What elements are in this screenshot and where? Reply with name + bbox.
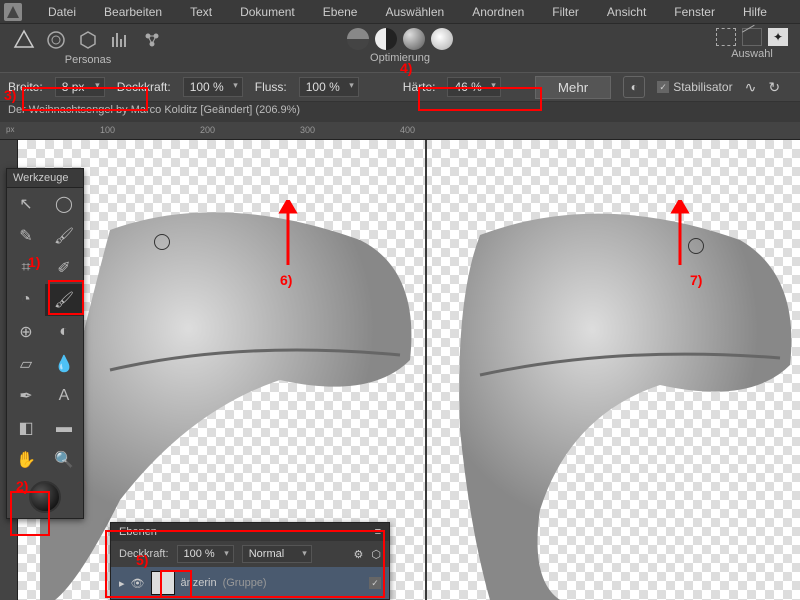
selection-rect-icon[interactable] bbox=[716, 28, 736, 46]
layer-thumbnail bbox=[151, 571, 175, 595]
persona-photo-icon[interactable] bbox=[12, 28, 36, 52]
persona-export-icon[interactable] bbox=[140, 28, 164, 52]
tool-eyedropper[interactable]: ✐ bbox=[45, 252, 83, 284]
canvas-divider bbox=[425, 140, 427, 600]
tool-text[interactable]: A bbox=[45, 380, 83, 412]
layer-expand-icon[interactable]: ▸ bbox=[119, 577, 125, 590]
annotation-7: 7) bbox=[690, 272, 702, 288]
layer-row[interactable]: ▸ 👁 änzerin (Gruppe) ✓ bbox=[111, 567, 389, 599]
persona-tone-icon[interactable] bbox=[108, 28, 132, 52]
toolbox-title: Werkzeuge bbox=[7, 169, 83, 188]
tool-clone[interactable]: ⊕ bbox=[7, 316, 45, 348]
tool-eraser[interactable]: ▱ bbox=[7, 348, 45, 380]
ruler-horizontal: px 100 200 300 400 bbox=[0, 122, 800, 140]
layer-check-icon[interactable]: ✓ bbox=[369, 577, 381, 589]
menu-ansicht[interactable]: Ansicht bbox=[593, 5, 660, 19]
persona-develop-icon[interactable] bbox=[76, 28, 100, 52]
opacity-label: Deckkraft: bbox=[117, 80, 171, 94]
brush-cursor-right bbox=[688, 238, 704, 254]
context-toolbar: Breite: 8 px Deckkraft: 100 % Fluss: 100… bbox=[0, 72, 800, 102]
menu-hilfe[interactable]: Hilfe bbox=[729, 5, 781, 19]
layer-visibility-icon[interactable]: 👁 bbox=[131, 577, 145, 590]
layers-settings-icon[interactable]: ⚙ bbox=[354, 548, 364, 561]
hardness-dropdown[interactable]: 46 % bbox=[447, 77, 500, 97]
annotation-6: 6) bbox=[280, 272, 292, 288]
reset-icon[interactable]: ↻ bbox=[768, 79, 780, 96]
menu-ebene[interactable]: Ebene bbox=[309, 5, 372, 19]
layers-fx-icon[interactable]: ⬡ bbox=[371, 548, 381, 561]
annotation-arrow-6 bbox=[278, 200, 298, 265]
flow-label: Fluss: bbox=[255, 80, 287, 94]
opacity-dropdown[interactable]: 100 % bbox=[183, 77, 243, 97]
menu-fenster[interactable]: Fenster bbox=[660, 5, 729, 19]
personas-label: Personas bbox=[65, 54, 111, 66]
layers-menu-icon[interactable]: ≡ bbox=[375, 526, 381, 538]
layers-panel: Ebenen ≡ Deckkraft: 100 % Normal ⚙ ⬡ ▸ 👁… bbox=[110, 522, 390, 600]
check-icon: ✓ bbox=[657, 81, 669, 93]
opt-icon-2[interactable] bbox=[375, 28, 397, 50]
layer-group-label: (Gruppe) bbox=[223, 577, 267, 589]
menu-auswaehlen[interactable]: Auswählen bbox=[371, 5, 458, 19]
width-dropdown[interactable]: 8 px bbox=[55, 77, 105, 97]
annotation-3: 3) bbox=[4, 87, 16, 103]
tool-heal[interactable]: ◔ bbox=[7, 284, 45, 316]
opt-icon-1[interactable] bbox=[347, 28, 369, 50]
tool-dodge[interactable]: ◐ bbox=[45, 316, 83, 348]
hardness-label: Härte: bbox=[403, 80, 436, 94]
tool-lasso[interactable]: ◯ bbox=[45, 188, 83, 220]
curve-icon[interactable]: ∿ bbox=[745, 79, 757, 96]
menu-dokument[interactable]: Dokument bbox=[226, 5, 309, 19]
menu-filter[interactable]: Filter bbox=[538, 5, 593, 19]
tool-hand[interactable]: ✋ bbox=[7, 444, 45, 476]
toolbox-panel: Werkzeuge ↖ ◯ ✎ 🖌 ⌗ ✐ ◔ 🖌 ⊕ ◐ ▱ 💧 ✒ A ◧ … bbox=[6, 168, 84, 519]
document-title: Der Weihnachtsengel by Marco Kolditz [Ge… bbox=[0, 102, 800, 122]
flow-dropdown[interactable]: 100 % bbox=[299, 77, 359, 97]
stabilizer-checkbox[interactable]: ✓ Stabilisator bbox=[657, 80, 732, 94]
tool-paint-brush[interactable]: 🖌 bbox=[45, 284, 83, 316]
annotation-4: 4) bbox=[400, 60, 412, 76]
tool-blur[interactable]: 💧 bbox=[45, 348, 83, 380]
tool-selection-brush[interactable]: ✎ bbox=[7, 220, 45, 252]
menu-datei[interactable]: Datei bbox=[34, 5, 90, 19]
tool-shape[interactable]: ▬ bbox=[45, 412, 83, 444]
opt-icon-4[interactable] bbox=[431, 28, 453, 50]
tool-brush[interactable]: 🖌 bbox=[45, 220, 83, 252]
selection-mask-icon[interactable]: ✦ bbox=[768, 28, 788, 46]
annotation-2: 2) bbox=[16, 478, 28, 494]
selection-diag-icon[interactable] bbox=[742, 28, 762, 46]
menu-text[interactable]: Text bbox=[176, 5, 226, 19]
opt-icon-3[interactable] bbox=[403, 28, 425, 50]
app-logo-icon bbox=[4, 3, 22, 21]
tool-move[interactable]: ↖ bbox=[7, 188, 45, 220]
stabilizer-label: Stabilisator bbox=[673, 80, 732, 94]
layers-opacity-dropdown[interactable]: 100 % bbox=[177, 545, 234, 563]
menu-bearbeiten[interactable]: Bearbeiten bbox=[90, 5, 176, 19]
persona-liquify-icon[interactable] bbox=[44, 28, 68, 52]
tool-pen[interactable]: ✒ bbox=[7, 380, 45, 412]
annotation-1: 1) bbox=[28, 254, 40, 270]
tool-zoom[interactable]: 🔍 bbox=[45, 444, 83, 476]
layers-tab-label[interactable]: Ebenen bbox=[119, 526, 157, 538]
layers-blend-dropdown[interactable]: Normal bbox=[242, 545, 312, 563]
menubar: Datei Bearbeiten Text Dokument Ebene Aus… bbox=[0, 0, 800, 24]
brush-cursor-left bbox=[154, 234, 170, 250]
menu-anordnen[interactable]: Anordnen bbox=[458, 5, 538, 19]
annotation-arrow-7 bbox=[670, 200, 690, 265]
tool-gradient[interactable]: ◧ bbox=[7, 412, 45, 444]
annotation-5: 5) bbox=[136, 552, 148, 568]
more-button[interactable]: Mehr bbox=[535, 76, 611, 99]
selection-label: Auswahl bbox=[731, 48, 773, 60]
layer-name: änzerin bbox=[181, 577, 217, 589]
brush-preview-icon[interactable]: ◐ bbox=[623, 76, 645, 98]
